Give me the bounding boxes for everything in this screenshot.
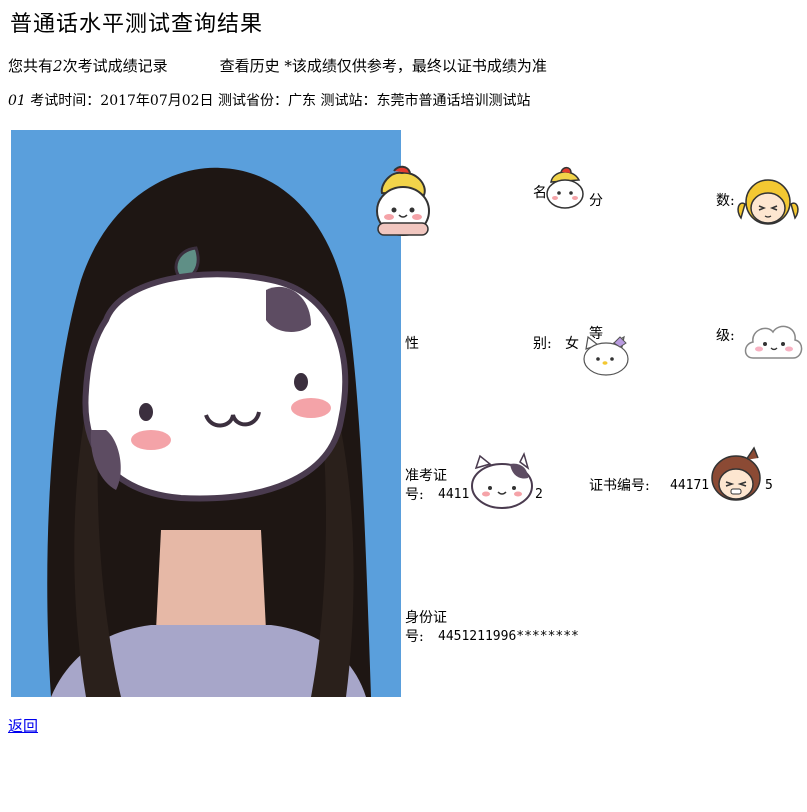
score-label: 分 — [589, 193, 603, 209]
chick-sticker-icon — [546, 166, 584, 209]
summary-prefix: 您共有 — [8, 57, 54, 75]
exam-date-label: 考试时间： — [30, 93, 101, 109]
exam-date: 2017年07月02日 — [100, 93, 214, 109]
summary-line: 您共有2次考试成绩记录 查看历史 *该成绩仅供参考，最终以证书成绩为准 — [8, 55, 547, 76]
gender-value: 女 — [565, 336, 579, 352]
exam-index: 01 — [8, 93, 26, 109]
ticket-label: 准考证 — [405, 468, 447, 484]
cert-label: 证书编号: — [589, 478, 650, 494]
disclaimer-note: *该成绩仅供参考，最终以证书成绩为准 — [284, 57, 547, 75]
blonde-girl-sticker-icon — [737, 179, 799, 225]
exam-province: 广东 — [288, 93, 316, 109]
id-label-end: 号: — [405, 629, 424, 645]
score-label-end: 数: — [716, 193, 735, 209]
gender-label-end: 别: — [533, 336, 552, 352]
exam-info-line: 01 考试时间：2017年07月02日 测试省份：广东 测试站：东莞市普通话培训… — [8, 90, 530, 110]
cat-small-sticker-icon — [471, 451, 533, 509]
exam-province-label: 测试省份： — [218, 93, 288, 109]
summary-suffix: 次考试成绩记录 — [62, 57, 168, 75]
photo-illustration — [11, 130, 401, 697]
gender-label: 性 — [405, 336, 419, 352]
kitty-sticker-icon — [583, 335, 629, 376]
record-count: 2 — [53, 57, 63, 75]
cloud-sticker-icon — [744, 325, 803, 359]
page-title: 普通话水平测试查询结果 — [10, 12, 264, 37]
grade-label-end: 级: — [716, 328, 735, 344]
ticket-value: 4411 — [438, 487, 470, 502]
ticket-label-end: 号: — [405, 487, 424, 503]
candidate-photo — [11, 130, 401, 697]
id-value: 4451211996******** — [438, 629, 579, 644]
id-label: 身份证 — [405, 610, 447, 626]
cat-sticker-icon — [376, 165, 430, 236]
cert-value: 44171 — [670, 478, 710, 493]
girl-brown-hair-sticker-icon — [711, 446, 761, 501]
exam-station-label: 测试站： — [320, 93, 377, 109]
back-link[interactable]: 返回 — [8, 715, 38, 736]
ticket-value-end: 2 — [535, 487, 543, 502]
view-history-link[interactable]: 查看历史 — [220, 57, 280, 75]
exam-station: 东莞市普通话培训测试站 — [376, 93, 531, 109]
